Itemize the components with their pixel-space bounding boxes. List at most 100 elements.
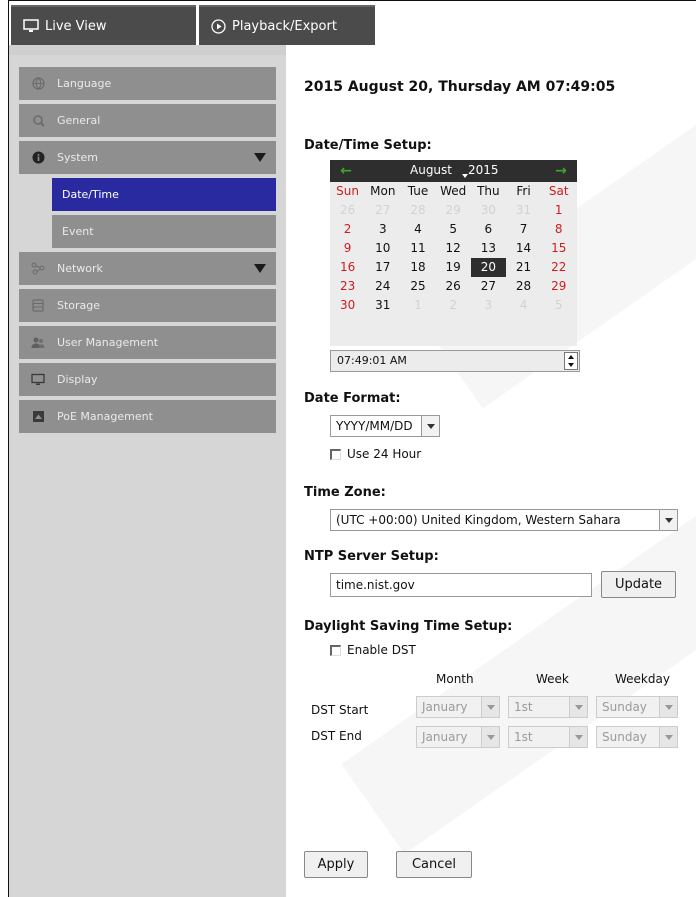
calendar-day[interactable]: 6: [471, 220, 506, 239]
current-datetime: 2015 August 20, Thursday AM 07:49:05: [304, 79, 616, 95]
sidebar-item-language[interactable]: Language: [19, 67, 276, 100]
sidebar-item-display[interactable]: Display: [19, 363, 276, 396]
calendar-day[interactable]: 29: [541, 277, 576, 296]
calendar-day[interactable]: 31: [365, 296, 400, 315]
calendar-year[interactable]: 2015: [468, 163, 499, 177]
tab-live-view[interactable]: Live View: [11, 5, 196, 45]
storage-icon: [31, 299, 45, 313]
apply-button[interactable]: Apply: [304, 851, 368, 878]
chevron-down-icon[interactable]: [569, 727, 587, 747]
calendar-month[interactable]: August: [410, 163, 452, 177]
sidebar-item-poe-management[interactable]: PoE Management: [19, 400, 276, 433]
calendar-week: 16 17 18 19 20 21 22: [330, 258, 577, 277]
calendar-day[interactable]: 22: [541, 258, 576, 277]
weekday-label: Sun: [336, 184, 359, 198]
wrench-icon: [31, 114, 45, 128]
calendar-day[interactable]: 28: [400, 201, 435, 220]
calendar-week: 9 10 11 12 13 14 15: [330, 239, 577, 258]
chevron-down-icon[interactable]: [481, 727, 499, 747]
calendar-day[interactable]: 12: [436, 239, 471, 258]
dst-start-week-select[interactable]: 1st: [508, 696, 588, 718]
sidebar-item-network[interactable]: Network: [19, 252, 276, 285]
info-icon: [31, 151, 45, 165]
dst-end-week-select[interactable]: 1st: [508, 726, 588, 748]
date-format-select[interactable]: YYYY/MM/DD: [330, 415, 440, 437]
calendar-day[interactable]: 1: [541, 201, 576, 220]
calendar-day[interactable]: 2: [330, 220, 365, 239]
calendar-day[interactable]: 7: [506, 220, 541, 239]
calendar-day[interactable]: 27: [365, 201, 400, 220]
tab-playback-export[interactable]: Playback/Export: [199, 5, 375, 45]
calendar-day[interactable]: 15: [541, 239, 576, 258]
poe-icon: [31, 410, 45, 424]
calendar-day[interactable]: 9: [330, 239, 365, 258]
calendar-day[interactable]: 29: [436, 201, 471, 220]
calendar-day[interactable]: 25: [400, 277, 435, 296]
chevron-down-icon[interactable]: [659, 510, 677, 530]
calendar-day[interactable]: 8: [541, 220, 576, 239]
sidebar-item-event[interactable]: Event: [52, 215, 276, 248]
prev-month-icon[interactable]: ←: [338, 163, 354, 179]
calendar-day[interactable]: 26: [436, 277, 471, 296]
calendar-day[interactable]: 4: [400, 220, 435, 239]
dst-end-weekday-select[interactable]: Sunday: [596, 726, 678, 748]
sidebar-item-date-time[interactable]: Date/Time: [52, 178, 276, 211]
update-button[interactable]: Update: [601, 571, 676, 598]
time-input[interactable]: 07:49:01 AM: [330, 350, 580, 372]
dst-start-weekday-select[interactable]: Sunday: [596, 696, 678, 718]
top-tab-bar: Live View Playback/Export: [9, 1, 696, 45]
calendar-day[interactable]: 17: [365, 258, 400, 277]
calendar-day[interactable]: 28: [506, 277, 541, 296]
enable-dst-checkbox[interactable]: [330, 645, 341, 656]
calendar-day[interactable]: 26: [330, 201, 365, 220]
calendar-day[interactable]: 23: [330, 277, 365, 296]
spinner-up-icon[interactable]: [568, 355, 574, 359]
chevron-down-icon[interactable]: [569, 697, 587, 717]
calendar-day[interactable]: 18: [400, 258, 435, 277]
chevron-down-icon[interactable]: [481, 697, 499, 717]
calendar-day[interactable]: 30: [330, 296, 365, 315]
monitor-icon: [31, 373, 45, 387]
calendar-day[interactable]: 13: [471, 239, 506, 258]
calendar-grid: Sun Mon Tue Wed Thu Fri Sat 26 27 28 29 …: [330, 182, 577, 315]
chevron-down-icon[interactable]: [659, 697, 677, 717]
calendar-day[interactable]: 31: [506, 201, 541, 220]
calendar-day[interactable]: 11: [400, 239, 435, 258]
calendar-day[interactable]: 27: [471, 277, 506, 296]
dst-end-month: January: [422, 730, 468, 744]
calendar-day[interactable]: 19: [436, 258, 471, 277]
sidebar-item-user-management[interactable]: User Management: [19, 326, 276, 359]
calendar-day[interactable]: 24: [365, 277, 400, 296]
calendar-day[interactable]: 3: [365, 220, 400, 239]
calendar-day[interactable]: 2: [436, 296, 471, 315]
calendar-day[interactable]: 30: [471, 201, 506, 220]
time-spinner[interactable]: [564, 352, 578, 370]
calendar-day[interactable]: 4: [506, 296, 541, 315]
calendar-day[interactable]: 5: [541, 296, 576, 315]
dst-end-week: 1st: [514, 730, 533, 744]
sidebar-item-label: Display: [57, 373, 98, 386]
calendar-day[interactable]: 16: [330, 258, 365, 277]
use-24-hour-checkbox[interactable]: [330, 449, 341, 460]
calendar-day[interactable]: 14: [506, 239, 541, 258]
dst-start-label: DST Start: [311, 703, 369, 717]
calendar-day[interactable]: 5: [436, 220, 471, 239]
time-zone-select[interactable]: (UTC +00:00) United Kingdom, Western Sah…: [330, 509, 678, 531]
sidebar-item-system[interactable]: System: [19, 141, 276, 174]
calendar-day[interactable]: 21: [506, 258, 541, 277]
tab-live-view-label: Live View: [45, 18, 107, 34]
sidebar-item-general[interactable]: General: [19, 104, 276, 137]
next-month-icon[interactable]: →: [553, 163, 569, 179]
calendar-day[interactable]: 3: [471, 296, 506, 315]
calendar-day[interactable]: 10: [365, 239, 400, 258]
chevron-down-icon[interactable]: [421, 416, 439, 436]
spinner-down-icon[interactable]: [568, 363, 574, 367]
calendar-day-selected[interactable]: 20: [470, 258, 506, 277]
cancel-button[interactable]: Cancel: [396, 851, 472, 878]
calendar-day[interactable]: 1: [400, 296, 435, 315]
chevron-down-icon[interactable]: [659, 727, 677, 747]
dst-start-month-select[interactable]: January: [416, 696, 500, 718]
sidebar-item-storage[interactable]: Storage: [19, 289, 276, 322]
dst-end-month-select[interactable]: January: [416, 726, 500, 748]
ntp-server-input[interactable]: time.nist.gov: [330, 573, 592, 597]
